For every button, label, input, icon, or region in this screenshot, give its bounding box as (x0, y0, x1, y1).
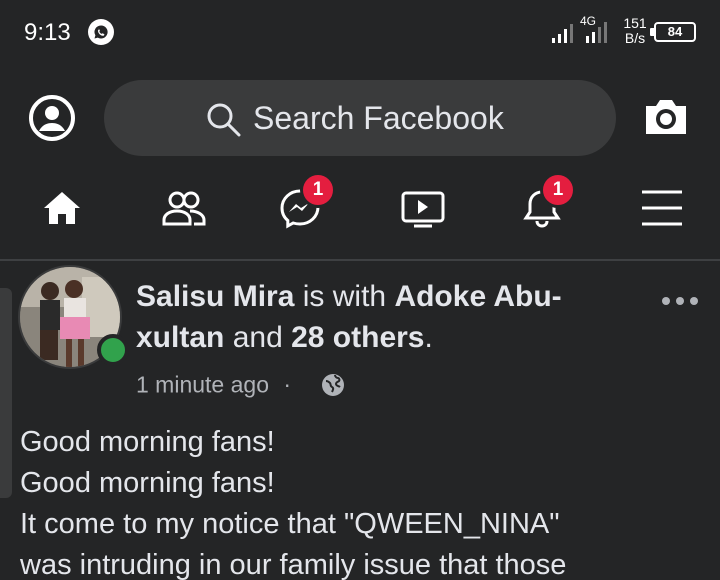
hamburger-icon (642, 190, 682, 226)
meta-separator: · (283, 371, 292, 398)
notifications-badge: 1 (540, 172, 576, 208)
signal-strength-icon (552, 24, 573, 43)
tagged-others[interactable]: 28 others (291, 321, 424, 354)
search-icon (207, 103, 241, 137)
post-meta: 1 minute ago · (136, 370, 291, 402)
online-status-indicator (97, 334, 129, 366)
camera-icon (646, 100, 686, 134)
nav-home[interactable] (28, 178, 92, 242)
nav-friends[interactable] (148, 178, 212, 242)
post-body-line: Good morning fans! (20, 467, 275, 499)
period: . (424, 321, 433, 354)
and-text: and (224, 321, 292, 354)
nav-watch[interactable] (388, 178, 452, 242)
profile-button[interactable] (28, 94, 76, 142)
whatsapp-icon (88, 19, 114, 45)
globe-icon (322, 374, 344, 396)
nav-divider (0, 259, 720, 261)
video-icon (401, 191, 445, 228)
signal-strength-2-icon (586, 22, 607, 43)
post-body: Good morning fans! Good morning fans! It… (20, 422, 710, 580)
with-text: is with (294, 280, 395, 313)
previous-post-edge (0, 288, 12, 498)
post-body-line: It come to my notice that "QWEEN_NINA" (20, 508, 560, 540)
friends-icon (162, 191, 206, 226)
nav-messenger[interactable]: 1 (266, 172, 336, 242)
home-icon (44, 192, 80, 224)
network-speed: 151 B/s (623, 15, 647, 46)
status-bar: 9:13 4G 151 B/s 84 (0, 0, 720, 66)
more-icon (662, 297, 698, 305)
nav-notifications[interactable]: 1 (508, 172, 576, 242)
search-placeholder[interactable]: Search Facebook (253, 100, 504, 137)
messenger-badge: 1 (300, 172, 336, 208)
camera-button[interactable] (642, 96, 690, 143)
profile-icon (29, 95, 75, 141)
post-author[interactable]: Salisu Mira (136, 280, 294, 313)
post-body-line: Good morning fans! (20, 426, 275, 458)
nav-menu[interactable] (628, 178, 692, 242)
post-header: Salisu Mira is with Adoke Abu-xultan and… (136, 276, 636, 358)
battery-indicator: 84 (654, 22, 696, 42)
status-time: 9:13 (24, 19, 71, 46)
more-options-button[interactable] (660, 292, 700, 310)
post-timestamp[interactable]: 1 minute ago (136, 371, 269, 397)
post-body-line: was intruding in our family issue that t… (20, 549, 567, 580)
